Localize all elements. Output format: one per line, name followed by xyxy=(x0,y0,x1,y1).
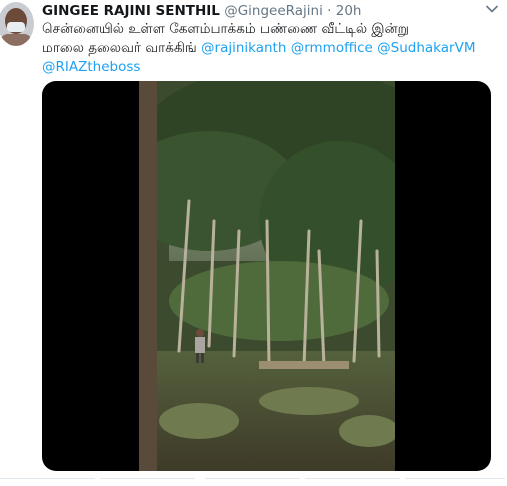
separator: · xyxy=(327,3,332,19)
mention-link[interactable]: @RIAZtheboss xyxy=(42,59,140,75)
tweet[interactable]: GINGEE RAJINI SENTHIL @GingeeRajini · 20… xyxy=(0,0,507,486)
mention-link[interactable]: @SudhakarVM xyxy=(377,40,475,56)
tweet-text-line1: சென்னையில் உள்ள கேளம்பாக்கம் பண்ணை வீட்ட… xyxy=(42,21,409,37)
divider xyxy=(205,478,300,479)
divider xyxy=(0,478,95,479)
tweet-text: சென்னையில் உள்ள கேளம்பாக்கம் பண்ணை வீட்ட… xyxy=(42,20,492,77)
video-still-image xyxy=(139,81,395,471)
mention-link[interactable]: @rajinikanth xyxy=(201,40,286,56)
divider xyxy=(100,478,195,479)
action-bar xyxy=(0,478,507,486)
avatar[interactable] xyxy=(0,2,34,46)
tweet-time[interactable]: 20h xyxy=(336,3,362,19)
divider xyxy=(305,478,400,479)
mention-link[interactable]: @rmmoffice xyxy=(291,40,373,56)
tweet-text-line2: மாலை தலைவர் வாக்கிங் xyxy=(42,40,202,56)
video-player[interactable] xyxy=(42,81,491,471)
avatar-face-mask xyxy=(7,22,25,32)
avatar-shirt xyxy=(0,34,32,46)
author-handle[interactable]: @GingeeRajini xyxy=(224,3,323,19)
chevron-down-icon[interactable] xyxy=(485,2,499,16)
divider xyxy=(405,478,505,479)
tweet-header: GINGEE RAJINI SENTHIL @GingeeRajini · 20… xyxy=(42,2,361,20)
video-frame xyxy=(139,81,395,471)
author-name[interactable]: GINGEE RAJINI SENTHIL xyxy=(42,3,220,19)
